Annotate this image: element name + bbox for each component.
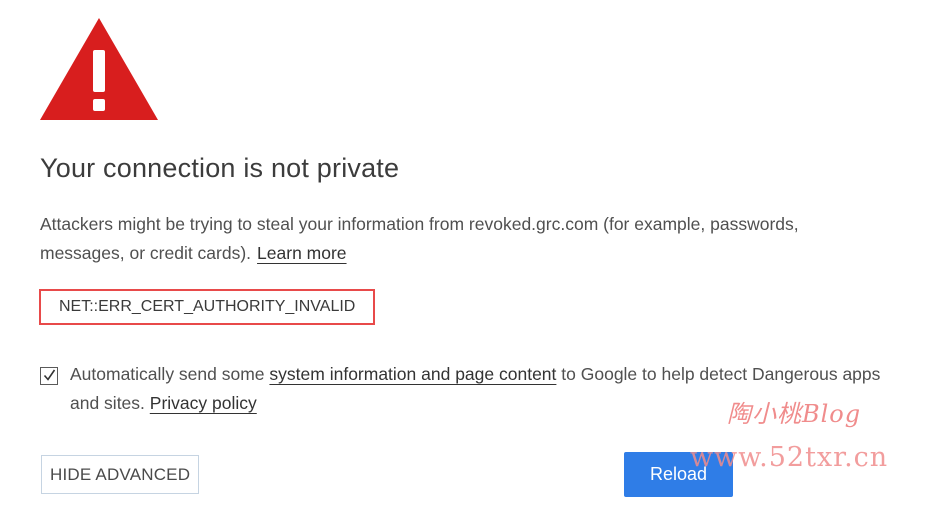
system-information-link[interactable]: system information and page content bbox=[269, 364, 556, 384]
error-code-box: NET::ERR_CERT_AUTHORITY_INVALID bbox=[39, 289, 376, 325]
checkmark-icon bbox=[43, 369, 56, 381]
report-text-before: Automatically send some bbox=[70, 364, 265, 384]
learn-more-link[interactable]: Learn more bbox=[257, 243, 347, 263]
page-title: Your connection is not private bbox=[40, 153, 400, 183]
watermark-blog-name: 陶小桃Blog bbox=[727, 400, 862, 428]
error-description: Attackers might be trying to steal your … bbox=[40, 210, 860, 268]
description-text: Attackers might be trying to steal your … bbox=[40, 214, 799, 263]
report-checkbox[interactable] bbox=[40, 367, 58, 385]
warning-triangle-icon bbox=[40, 18, 158, 120]
privacy-policy-link[interactable]: Privacy policy bbox=[150, 393, 257, 413]
hide-advanced-button[interactable]: HIDE ADVANCED bbox=[41, 455, 200, 494]
watermark-url: www.52txr.cn bbox=[690, 442, 889, 473]
